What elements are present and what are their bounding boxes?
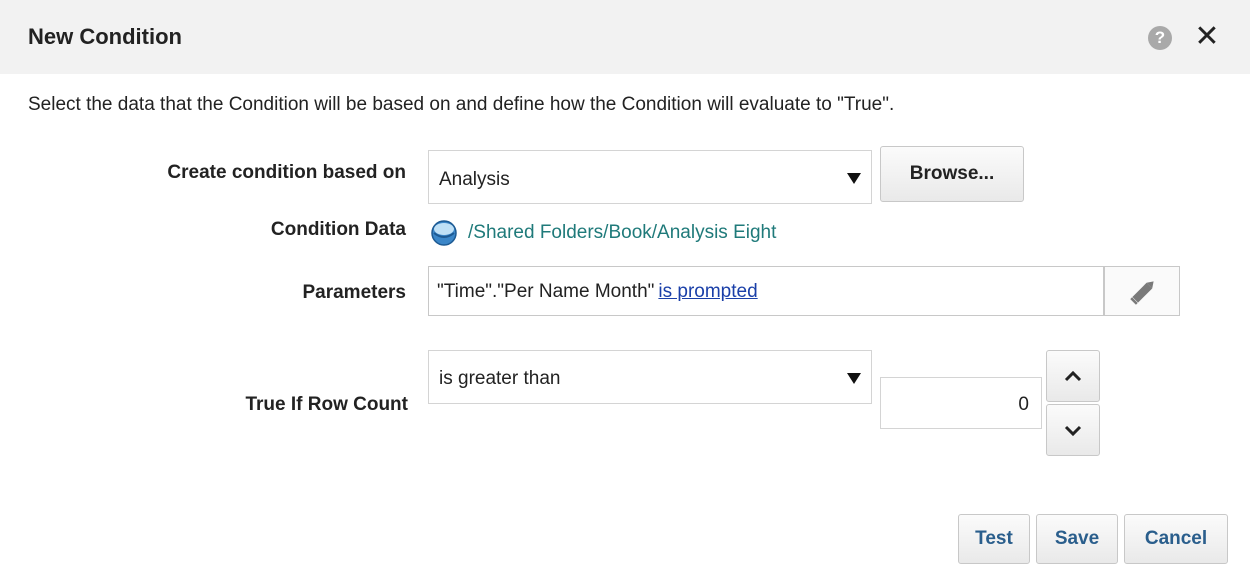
dropdown-arrow-icon (847, 173, 861, 184)
cancel-button[interactable]: Cancel (1124, 514, 1228, 564)
chevron-down-icon (1064, 425, 1082, 437)
browse-button[interactable]: Browse... (880, 146, 1024, 202)
is-prompted-link[interactable]: is prompted (658, 281, 757, 302)
row-count-operator-select[interactable]: is greater than (428, 350, 872, 404)
row-count-label: True If Row Count (245, 394, 408, 415)
condition-data-link[interactable]: /Shared Folders/Book/Analysis Eight (468, 222, 776, 244)
pencil-icon (1130, 281, 1154, 305)
parameters-text: "Time"."Per Name Month" (437, 281, 655, 302)
parameters-label: Parameters (302, 282, 406, 303)
help-icon[interactable]: ? (1148, 26, 1172, 50)
chevron-up-icon (1064, 370, 1082, 382)
dialog-title: New Condition (28, 24, 182, 49)
dropdown-arrow-icon (847, 373, 861, 384)
condition-data-label: Condition Data (270, 219, 406, 240)
edit-parameters-button[interactable] (1104, 266, 1180, 316)
decrement-button[interactable] (1046, 404, 1100, 456)
parameters-field: "Time"."Per Name Month" is prompted (428, 266, 1104, 316)
save-button[interactable]: Save (1036, 514, 1118, 564)
based-on-value: Analysis (439, 169, 510, 190)
based-on-label: Create condition based on (167, 162, 406, 183)
increment-button[interactable] (1046, 350, 1100, 402)
dialog-titlebar: New Condition ? ✕ (0, 0, 1250, 74)
close-icon[interactable]: ✕ (1192, 20, 1222, 54)
instructions-text: Select the data that the Condition will … (28, 94, 895, 115)
row-count-input[interactable]: 0 (880, 377, 1042, 429)
parameters-value: "Time"."Per Name Month" is prompted (437, 281, 758, 303)
test-button[interactable]: Test (958, 514, 1030, 564)
row-count-operator-value: is greater than (439, 368, 561, 389)
analysis-icon (431, 220, 457, 246)
based-on-select[interactable]: Analysis (428, 150, 872, 204)
new-condition-dialog: New Condition ? ✕ Select the data that t… (0, 0, 1250, 586)
